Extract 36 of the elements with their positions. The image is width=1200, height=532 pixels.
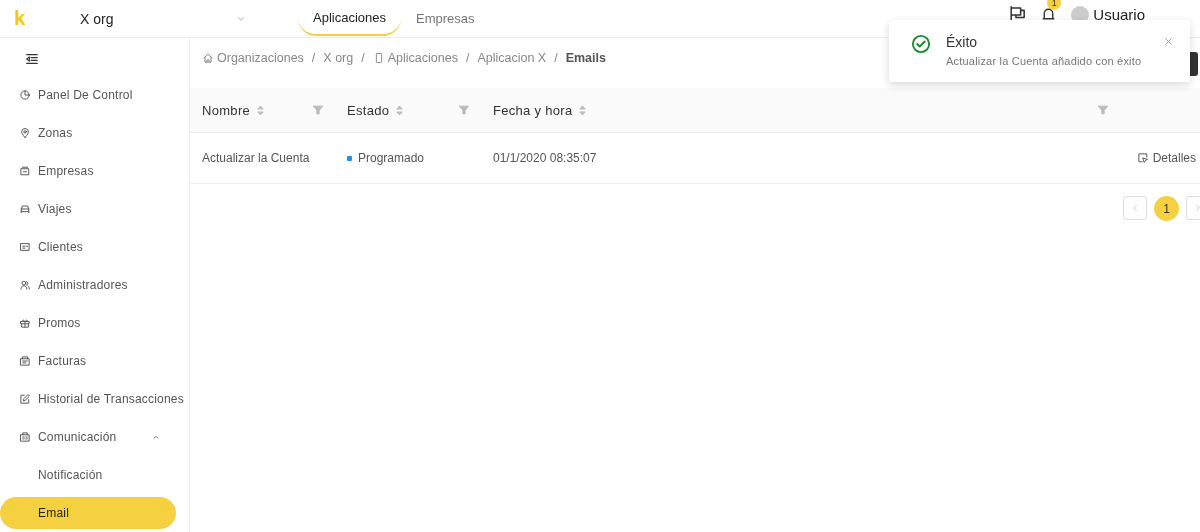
- breadcrumb-link[interactable]: Organizaciones: [202, 51, 304, 65]
- sidebar-item[interactable]: Zonas: [0, 114, 189, 152]
- sidebar-item[interactable]: Promos: [0, 304, 189, 342]
- notification-badge: 1: [1047, 0, 1062, 10]
- sidebar-item[interactable]: Comunicación: [0, 418, 189, 456]
- sidebar-item[interactable]: Historial de Transacciones: [0, 380, 189, 418]
- logo: k: [14, 7, 27, 30]
- breadcrumb-separator: /: [465, 51, 470, 65]
- sidebar-item[interactable]: Empresas: [0, 152, 189, 190]
- sidebar-item[interactable]: Panel De Control: [0, 76, 189, 114]
- user-name[interactable]: Usuario: [1093, 6, 1145, 23]
- tab[interactable]: Empresas: [401, 0, 490, 36]
- page-button[interactable]: 1: [1154, 196, 1179, 221]
- breadcrumb-separator: /: [311, 51, 316, 65]
- breadcrumb-separator: /: [554, 51, 558, 65]
- status-label: Programado: [358, 151, 425, 165]
- details-link[interactable]: Detalles: [1136, 151, 1196, 165]
- column-header[interactable]: Nombre: [202, 102, 251, 118]
- tab[interactable]: Aplicaciones: [298, 0, 401, 36]
- toast-title: Éxito: [946, 34, 979, 50]
- sidebar-item[interactable]: Clientes: [0, 228, 189, 266]
- column-header[interactable]: Fecha y hora: [493, 102, 573, 118]
- sidebar-item[interactable]: Notificación: [0, 456, 189, 494]
- table-cell: Actualizar la Cuenta: [202, 151, 310, 165]
- org-select[interactable]: X org: [80, 10, 246, 27]
- sidebar-item[interactable]: Email: [0, 497, 176, 529]
- breadcrumb-separator: /: [361, 51, 365, 65]
- toast-message: Actualizar la Cuenta añadido con éxito: [946, 55, 1143, 67]
- breadcrumb-link[interactable]: Aplicacion X: [477, 51, 547, 65]
- sidebar-item[interactable]: Facturas: [0, 342, 189, 380]
- sidebar-item[interactable]: Administradores: [0, 266, 189, 304]
- sidebar-item[interactable]: Viajes: [0, 190, 189, 228]
- column-header[interactable]: Estado: [347, 102, 390, 118]
- breadcrumb-link[interactable]: X org: [323, 51, 354, 65]
- breadcrumb-link[interactable]: Aplicaciones: [372, 51, 458, 65]
- table-cell: 01/1/2020 08:35:07: [493, 151, 597, 165]
